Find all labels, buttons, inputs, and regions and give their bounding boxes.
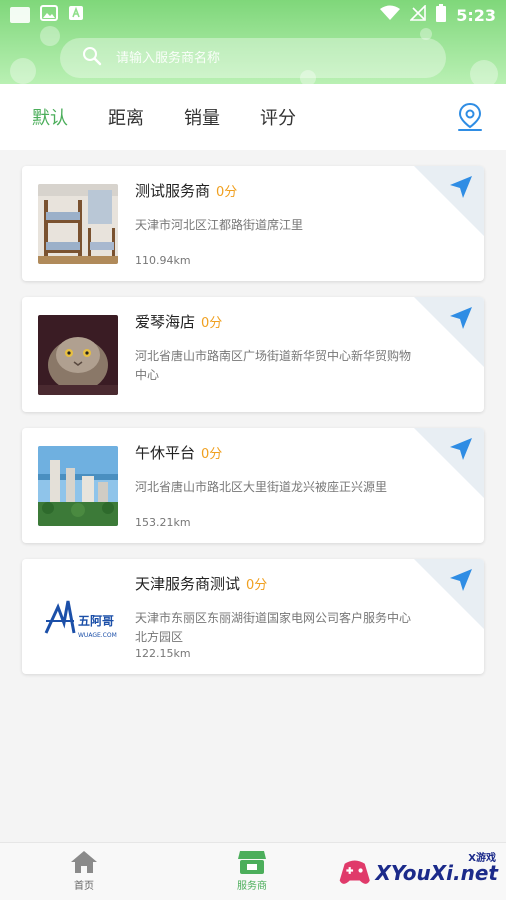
- store-thumbnail: [38, 315, 118, 395]
- watermark-sub: X游戏: [468, 853, 496, 864]
- store-list: 测试服务商 0分 天津市河北区江都路街道席江里 110.94km 爱琴海店 0分…: [22, 166, 484, 690]
- no-sim-icon: [409, 4, 427, 25]
- search-input[interactable]: [116, 50, 416, 66]
- navigation-arrow-icon: [450, 438, 472, 460]
- navigate-button[interactable]: [448, 567, 474, 593]
- nav-service-provider-label: 服务商: [237, 881, 267, 892]
- tab-rating[interactable]: 评分: [260, 104, 304, 130]
- status-bar: 5:23: [0, 0, 506, 28]
- search-bar[interactable]: [60, 38, 446, 78]
- nav-service-provider[interactable]: 服务商: [222, 849, 282, 892]
- battery-icon: [436, 4, 447, 26]
- store-name: 爱琴海店: [135, 313, 196, 331]
- store-score: 0分: [201, 316, 223, 331]
- tab-default[interactable]: 默认: [32, 104, 76, 130]
- logo-text-en: WUAGE.COM: [78, 632, 117, 639]
- store-thumbnail: [38, 184, 118, 264]
- navigate-button[interactable]: [448, 436, 474, 462]
- store-score: 0分: [246, 578, 268, 593]
- notification-icon: [10, 7, 30, 23]
- navigate-button[interactable]: [448, 305, 474, 331]
- map-location-button[interactable]: [456, 102, 484, 132]
- tab-sales[interactable]: 销量: [184, 104, 228, 130]
- store-address: 河北省唐山市路南区广场街道新华贸中心新华贸购物中心: [135, 349, 412, 382]
- store-distance: 110.94km: [135, 254, 191, 267]
- image-icon: [40, 5, 58, 25]
- header-background: 5:23: [0, 0, 506, 84]
- navigate-button[interactable]: [448, 174, 474, 200]
- store-distance: 153.21km: [135, 516, 191, 529]
- navigation-arrow-icon: [450, 176, 472, 198]
- clock: 5:23: [456, 5, 496, 25]
- store-address: 天津市东丽区东丽湖街道国家电网公司客户服务中心北方园区: [135, 611, 412, 644]
- tab-distance[interactable]: 距离: [108, 104, 152, 130]
- store-logo: 五阿哥 WUAGE.COM: [38, 577, 118, 657]
- filter-tabs: 默认 距离 销量 评分: [0, 84, 506, 150]
- store-card[interactable]: 测试服务商 0分 天津市河北区江都路街道席江里 110.94km: [22, 166, 484, 281]
- store-card[interactable]: 爱琴海店 0分 河北省唐山市路南区广场街道新华贸中心新华贸购物中心: [22, 297, 484, 412]
- wifi-icon: [380, 5, 401, 25]
- store-address: 河北省唐山市路北区大里街道龙兴被座正兴源里: [135, 480, 388, 494]
- store-address: 天津市河北区江都路街道席江里: [135, 218, 304, 232]
- store-thumbnail: [38, 446, 118, 526]
- watermark-logo: XYouXi.net X游戏: [338, 851, 498, 895]
- store-card[interactable]: 午休平台 0分 河北省唐山市路北区大里街道龙兴被座正兴源里 153.21km: [22, 428, 484, 543]
- search-icon: [82, 46, 102, 70]
- text-icon: [68, 5, 84, 25]
- navigation-arrow-icon: [450, 307, 472, 329]
- store-card[interactable]: 五阿哥 WUAGE.COM 天津服务商测试 0分 天津市东丽区东丽湖街道国家电网…: [22, 559, 484, 674]
- store-name: 测试服务商: [135, 182, 211, 200]
- logo-text-cn: 五阿哥: [78, 614, 114, 628]
- location-pin-icon: [458, 102, 482, 131]
- store-name: 午休平台: [135, 444, 196, 462]
- store-name: 天津服务商测试: [135, 575, 241, 593]
- home-icon: [71, 851, 97, 873]
- store-score: 0分: [201, 447, 223, 462]
- store-score: 0分: [216, 185, 238, 200]
- navigation-arrow-icon: [450, 569, 472, 591]
- store-distance: 122.15km: [135, 647, 191, 660]
- watermark-text: XYouXi.net: [375, 861, 498, 885]
- bottom-nav: 首页 服务商 XYouXi.net X游戏: [0, 842, 506, 900]
- shop-icon: [238, 851, 266, 874]
- nav-home[interactable]: 首页: [54, 849, 114, 892]
- nav-home-label: 首页: [74, 881, 94, 892]
